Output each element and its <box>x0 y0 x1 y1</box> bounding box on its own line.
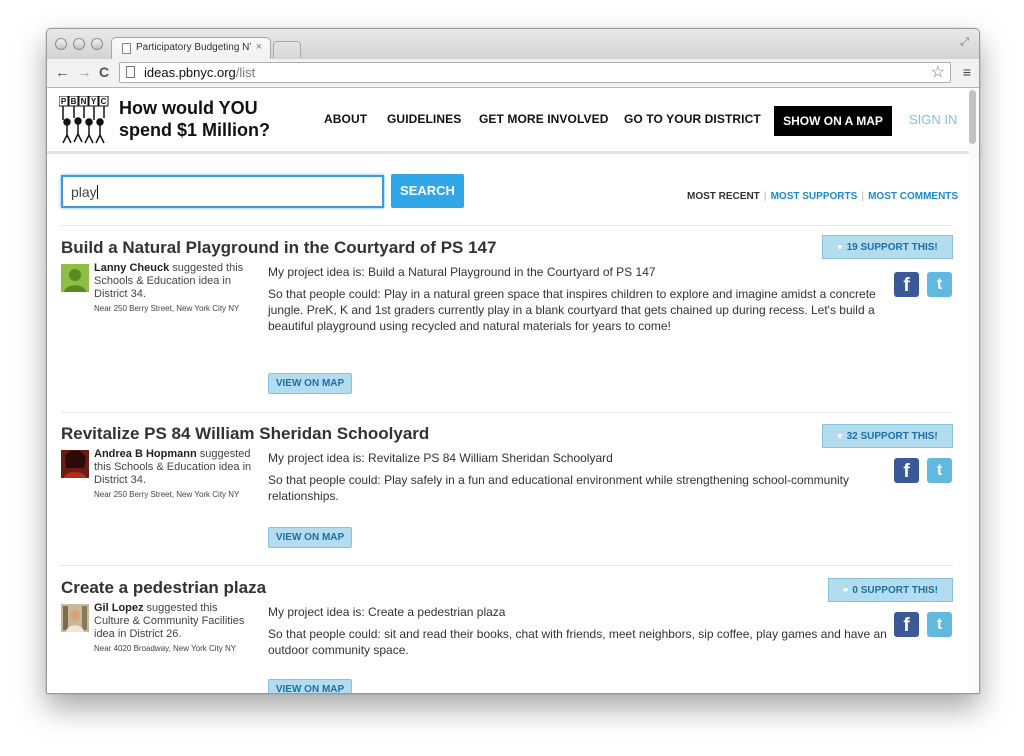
idea-title[interactable]: Build a Natural Playground in the Courty… <box>61 238 496 258</box>
sign-in-link[interactable]: SIGN IN <box>909 112 957 127</box>
view-on-map-button[interactable]: VIEW ON MAP <box>268 527 352 548</box>
close-icon[interactable]: × <box>256 41 262 53</box>
so-that-text: So that people could: Play safely in a f… <box>268 473 850 503</box>
heart-icon: ♥ <box>837 242 843 252</box>
logo-letter: N <box>81 97 87 106</box>
idea-byline: Andrea B Hopmann suggested this Schools … <box>94 448 254 500</box>
idea-line: My project idea is: Create a pedestrian … <box>268 605 506 619</box>
divider <box>61 412 953 413</box>
nav-go-to-your-district[interactable]: GO TO YOUR DISTRICT <box>624 112 761 126</box>
back-button[interactable]: ← <box>55 64 70 81</box>
idea-description: My project idea is: Revitalize PS 84 Wil… <box>268 450 893 510</box>
facebook-icon[interactable]: f <box>894 612 919 637</box>
sort-most-comments[interactable]: MOST COMMENTS <box>868 191 958 202</box>
author-name[interactable]: Gil Lopez <box>94 602 144 614</box>
zoom-window-button[interactable] <box>91 38 103 50</box>
sort-most-recent[interactable]: MOST RECENT <box>687 191 760 202</box>
view-on-map-button[interactable]: VIEW ON MAP <box>268 679 352 693</box>
sort-most-supports[interactable]: MOST SUPPORTS <box>771 191 858 202</box>
idea-title[interactable]: Revitalize PS 84 William Sheridan School… <box>61 424 429 444</box>
twitter-icon[interactable]: t <box>927 612 952 637</box>
forward-button[interactable]: → <box>77 64 92 81</box>
so-that-text: So that people could: sit and read their… <box>268 627 887 657</box>
idea-byline: Lanny Cheuck suggested this Schools & Ed… <box>94 262 254 314</box>
idea-line: My project idea is: Build a Natural Play… <box>268 265 656 279</box>
menu-icon[interactable]: ≡ <box>963 64 971 80</box>
site-header: PBNYC How would YOU spend $1 Million? AB… <box>47 88 979 154</box>
nav-guidelines[interactable]: GUIDELINES <box>387 112 461 126</box>
scrollbar-track[interactable] <box>969 88 978 693</box>
search-input[interactable]: play <box>61 175 384 208</box>
support-button[interactable]: ♥ 32 SUPPORT THIS! <box>822 424 953 448</box>
idea-byline: Gil Lopez suggested this Culture & Commu… <box>94 602 254 654</box>
pbnyc-logo[interactable]: PBNYC <box>59 96 109 144</box>
address-bar[interactable]: ideas.pbnyc.org/list ☆ <box>119 62 951 83</box>
facebook-icon[interactable]: f <box>894 272 919 297</box>
avatar[interactable] <box>61 604 89 632</box>
view-on-map-button[interactable]: VIEW ON MAP <box>268 373 352 394</box>
nav-get-more-involved[interactable]: GET MORE INVOLVED <box>479 112 609 126</box>
heart-icon: ♥ <box>843 585 849 595</box>
avatar[interactable] <box>61 264 89 292</box>
nav-about[interactable]: ABOUT <box>324 112 367 126</box>
scrollbar-thumb[interactable] <box>969 90 976 144</box>
idea-address: Near 250 Berry Street, New York City NY <box>94 304 240 313</box>
twitter-icon[interactable]: t <box>927 272 952 297</box>
close-window-button[interactable] <box>55 38 67 50</box>
idea-title[interactable]: Create a pedestrian plaza <box>61 578 266 598</box>
support-button[interactable]: ♥ 0 SUPPORT THIS! <box>828 578 953 602</box>
browser-toolbar: ← → C ideas.pbnyc.org/list ☆ ≡ <box>47 59 979 88</box>
twitter-icon[interactable]: t <box>927 458 952 483</box>
idea-address: Near 4020 Broadway, New York City NY <box>94 644 237 653</box>
text-caret <box>96 185 98 199</box>
idea-card: Build a Natural Playground in the Courty… <box>61 235 956 418</box>
page-viewport: PBNYC How would YOU spend $1 Million? AB… <box>47 88 979 693</box>
idea-line: My project idea is: Revitalize PS 84 Wil… <box>268 451 613 465</box>
divider <box>61 565 953 566</box>
search-button[interactable]: SEARCH <box>391 174 464 208</box>
tab-strip: Participatory Budgeting NY × ⤢ <box>47 29 979 60</box>
new-tab-button[interactable] <box>273 41 301 58</box>
idea-description: My project idea is: Create a pedestrian … <box>268 604 893 664</box>
support-button[interactable]: ♥ 19 SUPPORT THIS! <box>822 235 953 259</box>
logo-letter: B <box>71 97 77 106</box>
logo-letter: P <box>61 97 67 106</box>
author-name[interactable]: Andrea B Hopmann <box>94 448 197 460</box>
avatar[interactable] <box>61 450 89 478</box>
page-icon <box>126 66 135 78</box>
heart-icon: ♥ <box>837 431 843 441</box>
so-that-text: So that people could: Play in a natural … <box>268 287 876 333</box>
logo-letter: C <box>101 97 107 106</box>
facebook-icon[interactable]: f <box>894 458 919 483</box>
browser-window: Participatory Budgeting NY × ⤢ ← → C ide… <box>46 28 980 694</box>
reload-button[interactable]: C <box>99 64 109 81</box>
url-text: ideas.pbnyc.org/list <box>144 65 256 80</box>
minimize-window-button[interactable] <box>73 38 85 50</box>
show-on-map-button[interactable]: SHOW ON A MAP <box>774 106 892 136</box>
site-tagline[interactable]: How would YOU spend $1 Million? <box>119 97 284 141</box>
idea-card: Create a pedestrian plaza ♥ 0 SUPPORT THI… <box>61 578 956 693</box>
tab-title: Participatory Budgeting NY <box>136 42 251 53</box>
logo-letter: Y <box>91 97 97 106</box>
bookmark-star-icon[interactable]: ☆ <box>931 62 945 82</box>
idea-description: My project idea is: Build a Natural Play… <box>268 264 893 340</box>
sort-separator: | <box>763 191 767 202</box>
idea-address: Near 250 Berry Street, New York City NY <box>94 490 240 499</box>
sort-separator: | <box>861 191 865 202</box>
idea-card: Revitalize PS 84 William Sheridan School… <box>61 424 956 574</box>
author-name[interactable]: Lanny Cheuck <box>94 262 169 274</box>
sort-options: MOST RECENT | MOST SUPPORTS | MOST COMMENTS <box>687 191 958 202</box>
document-icon <box>122 43 131 54</box>
browser-tab[interactable]: Participatory Budgeting NY × <box>111 37 271 60</box>
divider <box>61 225 953 226</box>
fullscreen-icon[interactable]: ⤢ <box>960 36 969 49</box>
